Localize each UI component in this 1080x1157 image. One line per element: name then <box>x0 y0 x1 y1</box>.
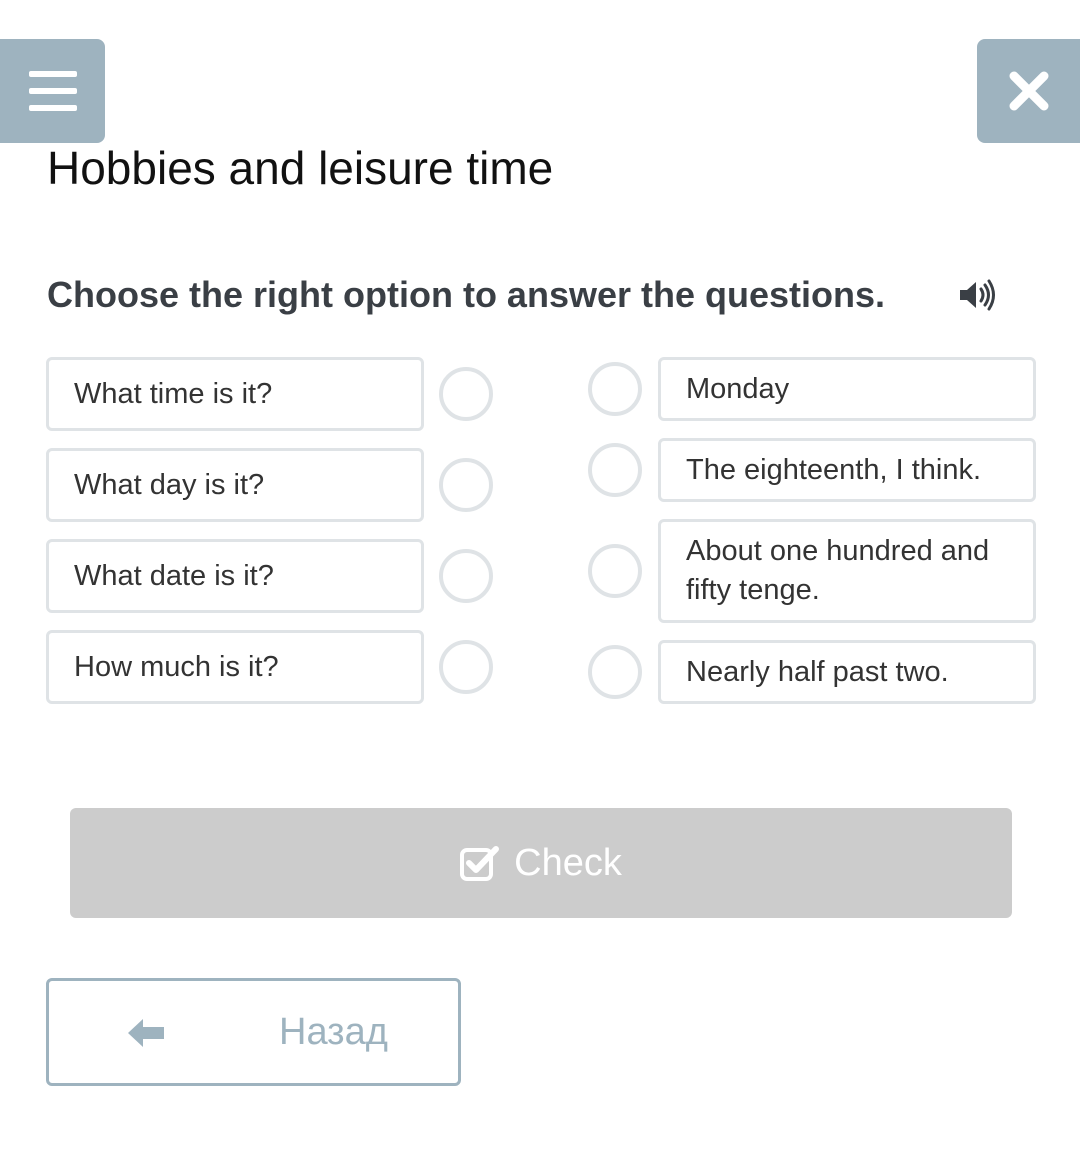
answer-item[interactable]: Nearly half past two. <box>658 640 1036 704</box>
instruction-text: Choose the right option to answer the qu… <box>47 274 886 315</box>
back-button-label: Назад <box>279 1011 388 1053</box>
question-connector[interactable] <box>439 458 493 512</box>
checkbox-checked-icon <box>460 846 500 881</box>
answer-item[interactable]: About one hundred and fifty tenge. <box>658 519 1036 623</box>
answer-connector[interactable] <box>588 544 642 598</box>
answer-text: Nearly half past two. <box>686 655 949 688</box>
question-text: What time is it? <box>74 377 273 410</box>
hamburger-menu-icon <box>28 71 77 111</box>
answer-item[interactable]: Monday <box>658 357 1036 421</box>
answer-connector[interactable] <box>588 443 642 497</box>
answer-text: Monday <box>686 372 790 405</box>
arrow-left-icon <box>128 1019 164 1047</box>
question-text: How much is it? <box>74 650 279 683</box>
page-title: Hobbies and leisure time <box>47 142 554 194</box>
menu-button[interactable] <box>0 39 105 143</box>
back-button[interactable]: Назад <box>46 978 461 1086</box>
answer-text: About one hundred and fifty tenge. <box>686 535 990 606</box>
answer-connector[interactable] <box>588 362 642 416</box>
question-item[interactable]: How much is it? <box>46 630 424 704</box>
close-button[interactable] <box>977 39 1080 143</box>
question-item[interactable]: What date is it? <box>46 539 424 613</box>
question-connector[interactable] <box>439 549 493 603</box>
speaker-audio-icon[interactable] <box>958 278 998 312</box>
question-text: What day is it? <box>74 468 265 501</box>
question-item[interactable]: What time is it? <box>46 357 424 431</box>
question-item[interactable]: What day is it? <box>46 448 424 522</box>
close-x-icon <box>1009 71 1048 111</box>
check-button[interactable]: Check <box>70 808 1012 918</box>
question-connector[interactable] <box>439 367 493 421</box>
answer-item[interactable]: The eighteenth, I think. <box>658 438 1036 502</box>
answer-text: The eighteenth, I think. <box>686 453 982 486</box>
check-button-label: Check <box>514 841 622 884</box>
question-connector[interactable] <box>439 640 493 694</box>
answer-connector[interactable] <box>588 645 642 699</box>
question-text: What date is it? <box>74 559 274 592</box>
